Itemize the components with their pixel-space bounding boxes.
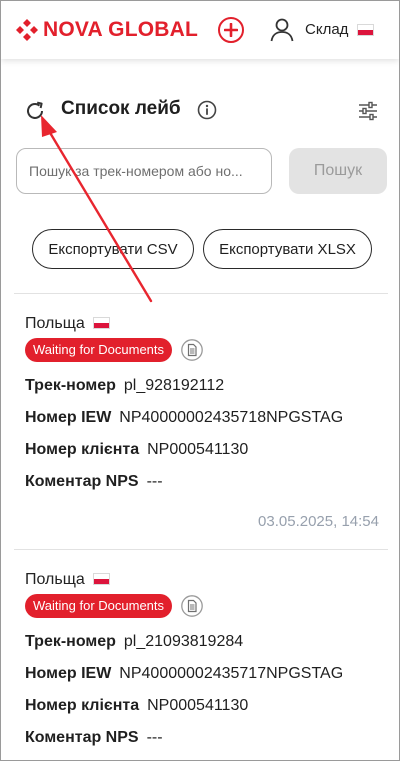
- client-number-row: Номер клієнта NP000541130: [25, 440, 248, 460]
- country-name: Польща: [25, 571, 85, 588]
- track-number-value: pl_21093819284: [123, 633, 244, 650]
- status-badge: Waiting for Documents: [25, 594, 173, 618]
- document-icon[interactable]: [181, 339, 203, 361]
- nps-comment-label: Коментар NPS: [25, 729, 139, 746]
- search-input[interactable]: [16, 148, 272, 194]
- export-csv-button[interactable]: Експортувати CSV: [32, 229, 194, 269]
- client-number-label: Номер клієнта: [25, 441, 140, 458]
- country: Польща: [25, 570, 110, 590]
- status-badge: Waiting for Documents: [25, 338, 173, 362]
- add-button[interactable]: [218, 17, 244, 43]
- logo-mark-icon: [16, 19, 38, 41]
- nps-comment-value: ---: [146, 473, 163, 490]
- poland-flag-icon: [357, 24, 374, 36]
- poland-flag-icon: [92, 572, 110, 585]
- page-title: Список лейб: [61, 98, 181, 119]
- iew-number-label: Номер IEW: [25, 409, 112, 426]
- divider: [14, 293, 388, 294]
- client-number-value: NP000541130: [147, 697, 249, 714]
- track-number-label: Трек-номер: [25, 377, 116, 394]
- nps-comment-label: Коментар NPS: [25, 473, 139, 490]
- track-number-label: Трек-номер: [25, 633, 116, 650]
- client-number-row: Номер клієнта NP000541130: [25, 696, 248, 716]
- document-icon[interactable]: [181, 595, 203, 617]
- refresh-icon[interactable]: [24, 100, 46, 122]
- filter-sliders-icon[interactable]: [358, 101, 378, 121]
- track-number-row: Трек-номер pl_928192112: [25, 376, 224, 396]
- nps-comment-row: Коментар NPS ---: [25, 728, 163, 748]
- export-xlsx-button[interactable]: Експортувати XLSX: [203, 229, 372, 269]
- brand-name: NOVA GLOBAL: [43, 18, 199, 41]
- iew-number-label: Номер IEW: [25, 665, 112, 682]
- iew-number-value: NP40000002435717NPGSTAG: [119, 665, 344, 682]
- search-button[interactable]: Пошук: [289, 148, 387, 194]
- app-frame: NOVA GLOBAL Склад Список лейб Пошук Експ…: [0, 0, 400, 761]
- iew-number-row: Номер IEW NP40000002435718NPGSTAG: [25, 408, 343, 428]
- country: Польща: [25, 314, 110, 334]
- country-name: Польща: [25, 315, 85, 332]
- iew-number-value: NP40000002435718NPGSTAG: [119, 409, 344, 426]
- track-number-value: pl_928192112: [123, 377, 225, 394]
- track-number-row: Трек-номер pl_21093819284: [25, 632, 243, 652]
- nps-comment-row: Коментар NPS ---: [25, 472, 163, 492]
- iew-number-row: Номер IEW NP40000002435717NPGSTAG: [25, 664, 343, 684]
- plus-icon: [224, 23, 238, 37]
- top-bar: NOVA GLOBAL Склад: [1, 1, 399, 59]
- user-icon[interactable]: [269, 17, 295, 43]
- info-icon[interactable]: [197, 100, 217, 120]
- client-number-value: NP000541130: [147, 441, 249, 458]
- client-number-label: Номер клієнта: [25, 697, 140, 714]
- warehouse-selector[interactable]: Склад: [305, 21, 348, 39]
- created-date: 03.05.2025, 14:54: [258, 513, 379, 530]
- divider: [14, 549, 388, 550]
- poland-flag-icon: [92, 316, 110, 329]
- nps-comment-value: ---: [146, 729, 163, 746]
